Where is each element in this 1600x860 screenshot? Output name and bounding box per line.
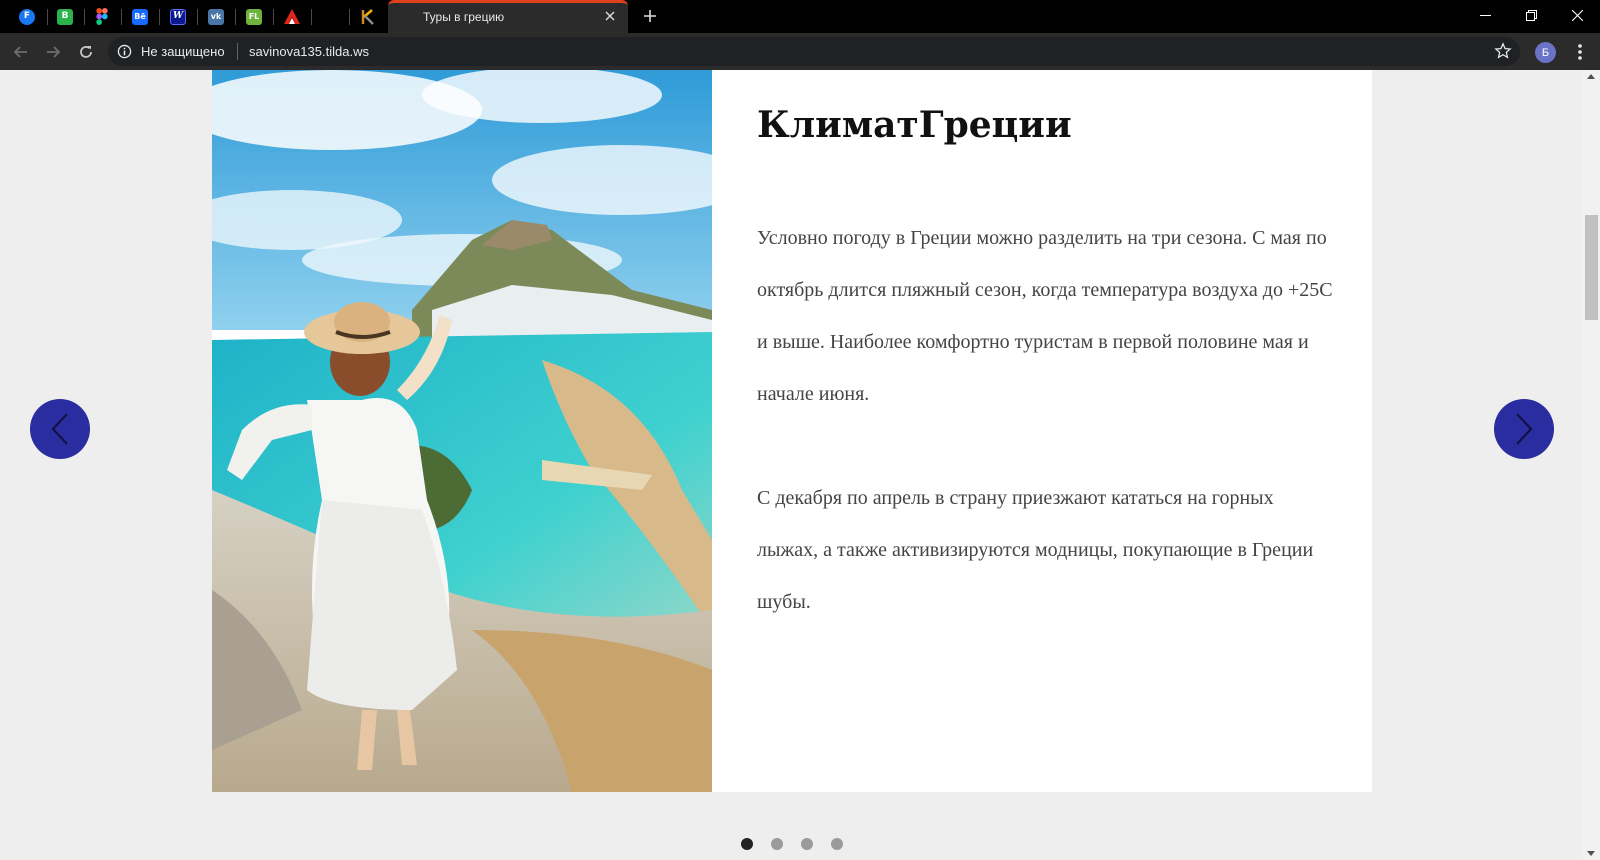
scroll-down-icon[interactable] (1587, 851, 1595, 856)
vk-icon: vk (208, 8, 224, 25)
figma-icon (96, 8, 108, 25)
pinned-tab-4[interactable]: Bē (122, 0, 158, 33)
woman-on-cliff-over-bay-photo (212, 70, 712, 792)
slide-paragraph-2: С декабря по апрель в страну приезжают к… (757, 487, 1314, 613)
fl-icon: FL (246, 8, 262, 25)
close-window-button[interactable] (1554, 0, 1600, 30)
pagination-dot-2[interactable] (771, 838, 783, 850)
word-w-icon: W (170, 8, 186, 25)
pinned-tab-3[interactable] (84, 0, 120, 33)
close-icon (605, 11, 615, 21)
close-icon (1571, 9, 1583, 21)
active-tab[interactable]: Туры в грецию (388, 0, 628, 33)
next-slide-button[interactable] (1494, 399, 1554, 459)
green-b-icon: B (57, 8, 73, 25)
forward-button[interactable] (40, 39, 66, 65)
behance-icon: Bē (132, 8, 148, 25)
tab-strip: F B Bē W vk FL Туры в грецию (0, 0, 1600, 33)
divider (237, 43, 238, 60)
pinned-tab-5[interactable]: W (160, 0, 196, 33)
arrow-left-icon (13, 46, 27, 58)
k-logo-icon (361, 8, 374, 25)
scrollbar-thumb[interactable] (1585, 215, 1598, 320)
bookmark-star-icon[interactable] (1494, 42, 1512, 60)
info-icon[interactable] (117, 44, 132, 59)
browser-toolbar: Не защищено savinova135.tilda.ws Б (0, 33, 1600, 70)
pinned-tab-9[interactable] (312, 0, 348, 33)
arrow-right-icon (47, 46, 61, 58)
pagination-dot-1[interactable] (741, 838, 753, 850)
tab-title: Туры в грецию (423, 10, 505, 24)
address-bar[interactable]: Не защищено savinova135.tilda.ws (108, 37, 1520, 66)
fb-icon: F (19, 8, 35, 25)
scroll-up-icon[interactable] (1587, 74, 1595, 79)
pinned-tab-2[interactable]: B (47, 0, 83, 33)
minimize-button[interactable] (1462, 0, 1508, 30)
pinned-tab-8[interactable] (274, 0, 310, 33)
chevron-left-icon (51, 413, 68, 445)
blank-icon (322, 8, 338, 25)
url-text[interactable]: savinova135.tilda.ws (249, 44, 369, 59)
back-button[interactable] (8, 39, 34, 65)
slider-pagination (741, 838, 843, 850)
reload-button[interactable] (73, 39, 99, 65)
pinned-tab-6[interactable]: vk (198, 0, 234, 33)
close-tab-button[interactable] (601, 7, 619, 25)
prev-slide-button[interactable] (30, 399, 90, 459)
restore-icon (1525, 9, 1537, 21)
pagination-dot-4[interactable] (831, 838, 843, 850)
restore-button[interactable] (1508, 0, 1554, 30)
page-viewport: КлиматГреции Условно погоду в Греции мож… (0, 70, 1583, 860)
slide-card: КлиматГреции Условно погоду в Греции мож… (212, 70, 1372, 792)
page-scrollbar[interactable] (1583, 70, 1600, 860)
security-status[interactable]: Не защищено (141, 44, 225, 59)
slide-paragraph-1: Условно погоду в Греции можно разделить … (757, 227, 1333, 405)
slide-title: КлиматГреции (757, 104, 1072, 146)
more-menu-icon[interactable] (1569, 41, 1591, 63)
minimize-icon (1479, 14, 1491, 16)
chevron-right-icon (1516, 413, 1533, 445)
profile-avatar[interactable]: Б (1535, 42, 1556, 63)
adobe-icon (284, 9, 300, 24)
new-tab-button[interactable] (638, 4, 662, 28)
pinned-tab-7[interactable]: FL (236, 0, 272, 33)
plus-icon (644, 10, 656, 22)
reload-icon (80, 46, 92, 58)
pagination-dot-3[interactable] (801, 838, 813, 850)
pinned-tab-10[interactable] (350, 0, 386, 33)
pinned-tab-1[interactable]: F (9, 0, 45, 33)
